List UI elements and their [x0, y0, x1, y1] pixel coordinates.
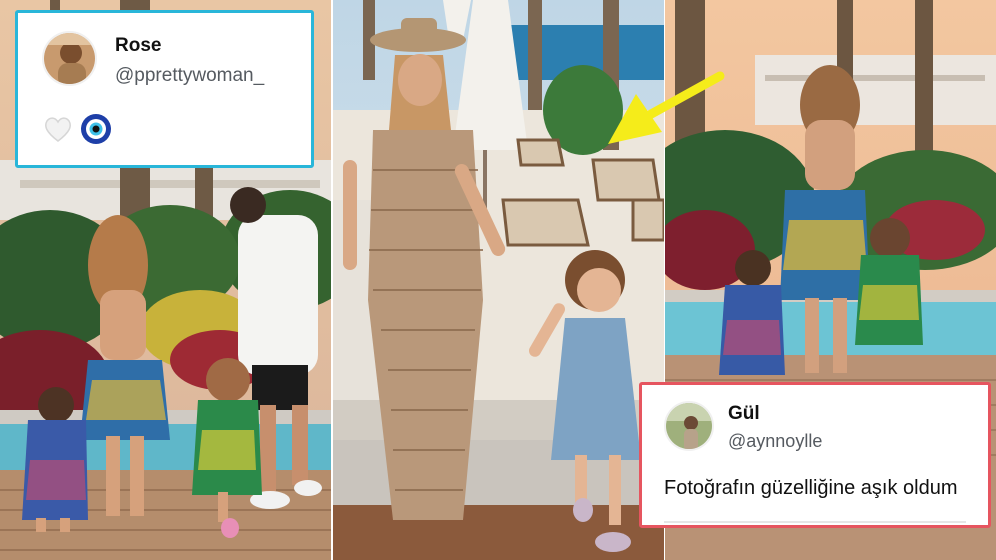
- tweet-card-gul[interactable]: Gül @aynnoylle Fotoğrafın güzelliğine aş…: [639, 382, 991, 528]
- nazar-amulet-icon: [81, 114, 111, 144]
- display-name[interactable]: Rose: [115, 35, 161, 57]
- avatar[interactable]: [664, 401, 714, 451]
- yellow-arrow-icon: [608, 71, 725, 144]
- display-name[interactable]: Gül: [728, 403, 760, 425]
- reaction-emojis: [42, 113, 112, 145]
- tweet-text: Fotoğrafın güzelliğine aşık oldum: [664, 477, 958, 499]
- tweet-card-rose[interactable]: Rose @pprettywoman_: [15, 10, 314, 168]
- avatar[interactable]: [42, 31, 97, 86]
- user-handle[interactable]: @aynnoylle: [728, 431, 822, 452]
- white-heart-icon: [45, 117, 71, 142]
- user-handle[interactable]: @pprettywoman_: [115, 65, 264, 87]
- divider: [664, 521, 966, 523]
